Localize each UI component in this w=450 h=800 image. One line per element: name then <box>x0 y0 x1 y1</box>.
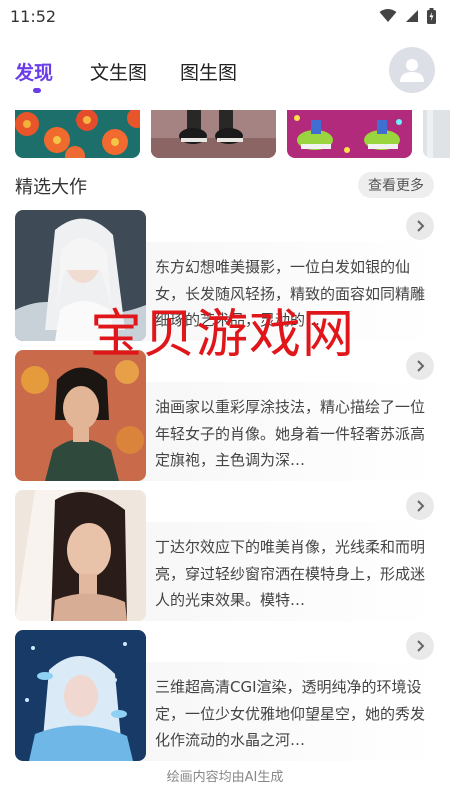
carousel-image-sneakers[interactable] <box>287 110 412 158</box>
avatar[interactable] <box>389 47 435 93</box>
featured-section-header: 精选大作 查看更多 <box>0 170 450 200</box>
card-thumbnail[interactable] <box>15 630 146 761</box>
wifi-icon <box>379 9 397 22</box>
carousel-image-shoes[interactable] <box>151 110 276 158</box>
status-bar: 11:52 <box>0 0 450 32</box>
status-icons <box>379 8 436 24</box>
see-more-button[interactable]: 查看更多 <box>358 172 434 198</box>
card-thumbnail[interactable] <box>15 350 146 481</box>
chevron-right-icon <box>417 360 425 372</box>
card-thumbnail[interactable] <box>15 490 146 621</box>
card-description: 三维超高清CGI渲染，透明纯净的环境设定，一位少女优雅地仰望星空，她的秀发化作流… <box>155 678 426 749</box>
chevron-right-icon <box>417 220 425 232</box>
card-description: 丁达尔效应下的唯美肖像，光线柔和而明亮，穿过轻纱窗帘洒在模特身上，形成迷人的光束… <box>155 538 426 609</box>
list-item[interactable]: 东方幻想唯美摄影，一位白发如银的仙女，长发随风轻扬，精致的面容如同精雕细琢的艺术… <box>15 210 436 341</box>
section-title: 精选大作 <box>15 177 87 198</box>
card-open-button[interactable] <box>406 212 434 240</box>
card-open-button[interactable] <box>406 352 434 380</box>
card-open-button[interactable] <box>406 632 434 660</box>
list-item[interactable]: 三维超高清CGI渲染，透明纯净的环境设定，一位少女优雅地仰望星空，她的秀发化作流… <box>15 630 436 761</box>
status-time: 11:52 <box>10 6 57 26</box>
footer-note: 绘画内容均由AI生成 <box>166 770 284 785</box>
carousel-image-flowers[interactable] <box>15 110 140 158</box>
card-description: 油画家以重彩厚涂技法，精心描绘了一位年轻女子的肖像。她身着一件轻奢苏派高定旗袍，… <box>155 398 426 469</box>
top-tabs: 发现 文生图 图生图 <box>0 48 450 100</box>
image-carousel <box>0 110 450 160</box>
battery-icon <box>427 8 436 24</box>
carousel-image-partial[interactable] <box>423 110 450 158</box>
list-item[interactable]: 油画家以重彩厚涂技法，精心描绘了一位年轻女子的肖像。她身着一件轻奢苏派高定旗袍，… <box>15 350 436 481</box>
signal-icon <box>406 10 418 22</box>
card-thumbnail[interactable] <box>15 210 146 341</box>
active-tab-indicator <box>33 88 41 93</box>
tab-discover[interactable]: 发现 <box>15 58 53 85</box>
tab-text-to-image[interactable]: 文生图 <box>90 58 147 85</box>
chevron-right-icon <box>417 500 425 512</box>
user-icon <box>400 59 424 82</box>
tab-image-to-image[interactable]: 图生图 <box>180 58 237 85</box>
card-open-button[interactable] <box>406 492 434 520</box>
card-description: 东方幻想唯美摄影，一位白发如银的仙女，长发随风轻扬，精致的面容如同精雕细琢的艺术… <box>155 258 426 329</box>
list-item[interactable]: 丁达尔效应下的唯美肖像，光线柔和而明亮，穿过轻纱窗帘洒在模特身上，形成迷人的光束… <box>15 490 436 621</box>
chevron-right-icon <box>417 640 425 652</box>
